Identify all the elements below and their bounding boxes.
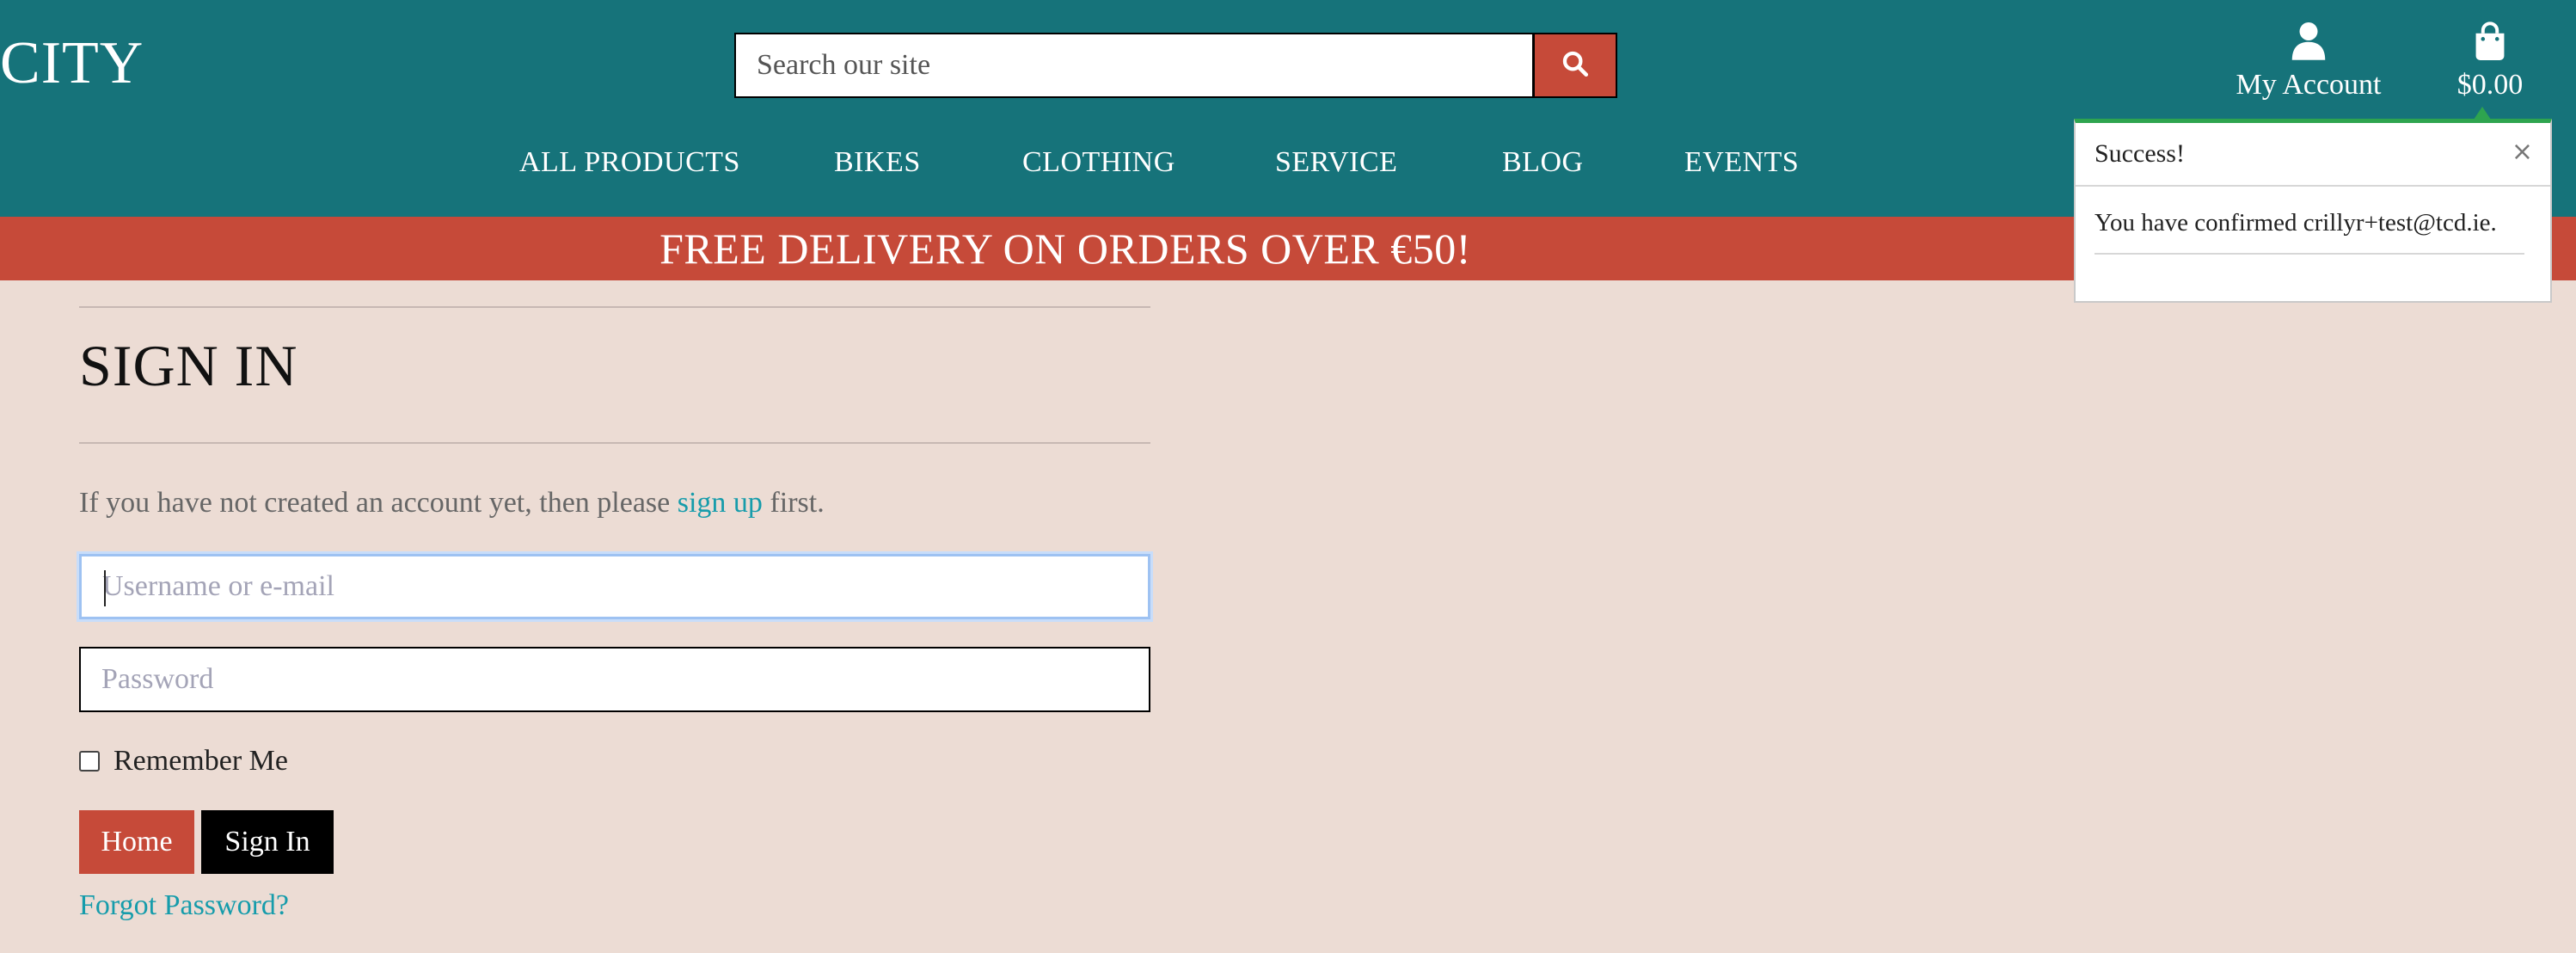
- text-caret: [104, 570, 106, 606]
- signup-prompt: If you have not created an account yet, …: [79, 487, 825, 520]
- remember-me-label[interactable]: Remember Me: [113, 745, 288, 778]
- username-input[interactable]: [82, 556, 1148, 617]
- sign-up-link[interactable]: sign up: [678, 487, 763, 519]
- page-title: SIGN IN: [79, 333, 298, 398]
- success-toast: Success! × You have confirmed crillyr+te…: [2074, 119, 2552, 303]
- username-field-wrapper[interactable]: [79, 554, 1150, 619]
- toast-arrow: [2474, 107, 2491, 120]
- toast-body: You have confirmed crillyr+test@tcd.ie.: [2076, 187, 2550, 255]
- toast-divider: [2095, 253, 2524, 255]
- nav-item-events[interactable]: EVENTS: [1684, 146, 1799, 179]
- promo-text: FREE DELIVERY ON ORDERS OVER €50!: [659, 224, 1471, 273]
- search-button[interactable]: [1533, 33, 1617, 98]
- remember-me[interactable]: Remember Me: [79, 745, 288, 778]
- search-box[interactable]: [734, 33, 1534, 98]
- my-account-label: My Account: [2236, 69, 2382, 101]
- close-icon[interactable]: ×: [2512, 137, 2533, 167]
- remember-me-checkbox[interactable]: [79, 751, 100, 772]
- sign-in-button[interactable]: Sign In: [201, 810, 334, 874]
- nav-item-blog[interactable]: BLOG: [1502, 146, 1584, 179]
- nav-item-clothing[interactable]: CLOTHING: [1022, 146, 1175, 179]
- forgot-password-link[interactable]: Forgot Password?: [79, 889, 289, 922]
- divider-top: [79, 306, 1150, 308]
- my-account-link[interactable]: My Account: [2227, 21, 2390, 101]
- toast-message: You have confirmed crillyr+test@tcd.ie.: [2095, 209, 2497, 237]
- nav-item-all-products[interactable]: ALL PRODUCTS: [519, 146, 740, 179]
- nav-item-bikes[interactable]: BIKES: [834, 146, 921, 179]
- toast-header: Success! ×: [2076, 123, 2550, 187]
- divider-bottom: [79, 442, 1150, 444]
- search-icon: [1561, 49, 1590, 82]
- user-icon: [2291, 22, 2327, 64]
- password-field-wrapper[interactable]: [79, 647, 1150, 712]
- signup-prompt-after: first.: [762, 487, 825, 519]
- signup-prompt-before: If you have not created an account yet, …: [79, 487, 678, 519]
- home-button[interactable]: Home: [79, 810, 194, 874]
- nav-item-service[interactable]: SERVICE: [1275, 146, 1397, 179]
- shopping-bag-link[interactable]: $0.00: [2447, 21, 2533, 101]
- toast-title: Success!: [2095, 139, 2185, 168]
- password-input[interactable]: [81, 649, 1149, 710]
- search-input[interactable]: [736, 34, 1532, 96]
- shopping-bag-icon: [2473, 22, 2507, 64]
- bag-total: $0.00: [2456, 69, 2524, 101]
- site-logo[interactable]: CITY: [0, 29, 144, 98]
